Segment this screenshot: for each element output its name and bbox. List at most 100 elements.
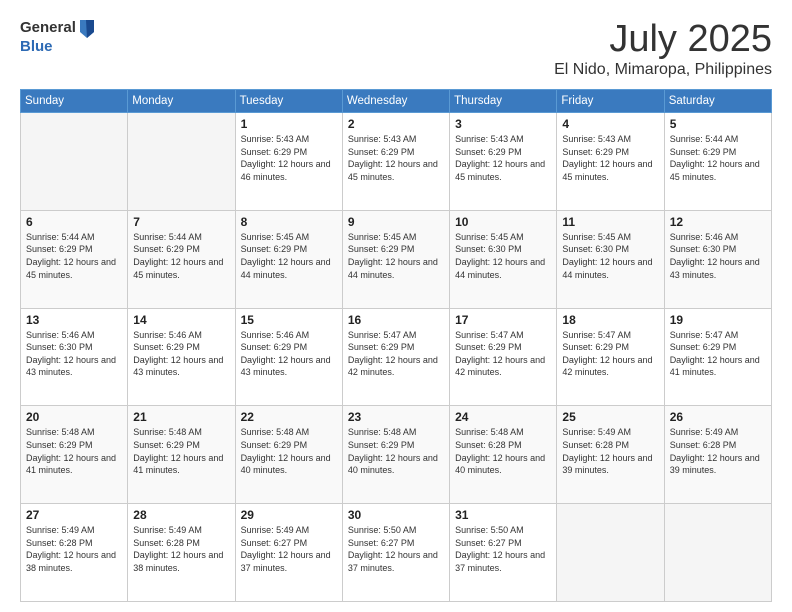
day-number: 30 [348,508,444,522]
day-info: Sunrise: 5:49 AM Sunset: 6:28 PM Dayligh… [562,426,658,476]
day-info: Sunrise: 5:43 AM Sunset: 6:29 PM Dayligh… [455,133,551,183]
calendar-day-cell: 10 Sunrise: 5:45 AM Sunset: 6:30 PM Dayli… [450,210,557,308]
calendar-day-cell: 1 Sunrise: 5:43 AM Sunset: 6:29 PM Daylig… [235,113,342,211]
day-info: Sunrise: 5:43 AM Sunset: 6:29 PM Dayligh… [562,133,658,183]
calendar-week-row: 20 Sunrise: 5:48 AM Sunset: 6:29 PM Dayli… [21,406,772,504]
calendar-week-row: 6 Sunrise: 5:44 AM Sunset: 6:29 PM Daylig… [21,210,772,308]
day-info: Sunrise: 5:46 AM Sunset: 6:30 PM Dayligh… [670,231,766,281]
title-section: July 2025 El Nido, Mimaropa, Philippines [554,18,772,79]
calendar-day-cell [664,504,771,602]
calendar-day-cell: 28 Sunrise: 5:49 AM Sunset: 6:28 PM Dayli… [128,504,235,602]
day-number: 12 [670,215,766,229]
day-info: Sunrise: 5:48 AM Sunset: 6:29 PM Dayligh… [26,426,122,476]
day-info: Sunrise: 5:50 AM Sunset: 6:27 PM Dayligh… [455,524,551,574]
day-number: 13 [26,313,122,327]
day-number: 14 [133,313,229,327]
calendar-day-header: Friday [557,90,664,113]
calendar-day-cell: 5 Sunrise: 5:44 AM Sunset: 6:29 PM Daylig… [664,113,771,211]
day-number: 24 [455,410,551,424]
day-info: Sunrise: 5:50 AM Sunset: 6:27 PM Dayligh… [348,524,444,574]
day-info: Sunrise: 5:47 AM Sunset: 6:29 PM Dayligh… [562,329,658,379]
day-number: 29 [241,508,337,522]
day-number: 18 [562,313,658,327]
calendar-day-cell [128,113,235,211]
day-number: 19 [670,313,766,327]
calendar-day-cell: 7 Sunrise: 5:44 AM Sunset: 6:29 PM Daylig… [128,210,235,308]
day-info: Sunrise: 5:47 AM Sunset: 6:29 PM Dayligh… [455,329,551,379]
day-info: Sunrise: 5:44 AM Sunset: 6:29 PM Dayligh… [26,231,122,281]
day-info: Sunrise: 5:46 AM Sunset: 6:30 PM Dayligh… [26,329,122,379]
day-info: Sunrise: 5:46 AM Sunset: 6:29 PM Dayligh… [133,329,229,379]
day-info: Sunrise: 5:44 AM Sunset: 6:29 PM Dayligh… [133,231,229,281]
day-info: Sunrise: 5:45 AM Sunset: 6:30 PM Dayligh… [455,231,551,281]
day-number: 21 [133,410,229,424]
logo-blue: Blue [20,38,53,55]
logo-icon [78,18,96,38]
main-title: July 2025 [554,18,772,61]
day-number: 16 [348,313,444,327]
calendar-day-cell: 27Sunrise: 5:49 AM Sunset: 6:28 PM Dayli… [21,504,128,602]
day-number: 8 [241,215,337,229]
calendar-day-cell: 6 Sunrise: 5:44 AM Sunset: 6:29 PM Daylig… [21,210,128,308]
calendar-day-header: Wednesday [342,90,449,113]
calendar-day-cell: 15 Sunrise: 5:46 AM Sunset: 6:29 PM Dayli… [235,308,342,406]
calendar-day-cell: 8 Sunrise: 5:45 AM Sunset: 6:29 PM Daylig… [235,210,342,308]
day-number: 3 [455,117,551,131]
day-info: Sunrise: 5:46 AM Sunset: 6:29 PM Dayligh… [241,329,337,379]
calendar-day-cell: 26 Sunrise: 5:49 AM Sunset: 6:28 PM Dayli… [664,406,771,504]
calendar-day-cell [21,113,128,211]
calendar-day-cell: 12 Sunrise: 5:46 AM Sunset: 6:30 PM Dayli… [664,210,771,308]
calendar-day-cell: 14 Sunrise: 5:46 AM Sunset: 6:29 PM Dayli… [128,308,235,406]
subtitle: El Nido, Mimaropa, Philippines [554,61,772,79]
day-number: 23 [348,410,444,424]
calendar-day-cell: 4Sunrise: 5:43 AM Sunset: 6:29 PM Daylig… [557,113,664,211]
calendar-table: SundayMondayTuesdayWednesdayThursdayFrid… [20,89,772,602]
calendar-day-cell: 19Sunrise: 5:47 AM Sunset: 6:29 PM Dayli… [664,308,771,406]
day-number: 22 [241,410,337,424]
calendar-day-cell: 23 Sunrise: 5:48 AM Sunset: 6:29 PM Dayli… [342,406,449,504]
day-number: 15 [241,313,337,327]
day-number: 26 [670,410,766,424]
day-number: 1 [241,117,337,131]
day-number: 25 [562,410,658,424]
day-number: 20 [26,410,122,424]
calendar-day-header: Tuesday [235,90,342,113]
day-number: 28 [133,508,229,522]
calendar-day-header: Sunday [21,90,128,113]
day-number: 5 [670,117,766,131]
day-info: Sunrise: 5:49 AM Sunset: 6:28 PM Dayligh… [133,524,229,574]
day-number: 7 [133,215,229,229]
calendar-day-cell: 25 Sunrise: 5:49 AM Sunset: 6:28 PM Dayli… [557,406,664,504]
day-number: 10 [455,215,551,229]
day-info: Sunrise: 5:47 AM Sunset: 6:29 PM Dayligh… [348,329,444,379]
calendar-day-header: Monday [128,90,235,113]
calendar-day-cell: 24 Sunrise: 5:48 AM Sunset: 6:28 PM Dayli… [450,406,557,504]
day-number: 17 [455,313,551,327]
day-info: Sunrise: 5:48 AM Sunset: 6:29 PM Dayligh… [348,426,444,476]
calendar-day-cell: 18 Sunrise: 5:47 AM Sunset: 6:29 PM Dayli… [557,308,664,406]
day-info: Sunrise: 5:49 AM Sunset: 6:28 PM Dayligh… [670,426,766,476]
day-info: Sunrise: 5:44 AM Sunset: 6:29 PM Dayligh… [670,133,766,183]
day-info: Sunrise: 5:48 AM Sunset: 6:29 PM Dayligh… [133,426,229,476]
day-info: Sunrise: 5:43 AM Sunset: 6:29 PM Dayligh… [348,133,444,183]
day-number: 2 [348,117,444,131]
day-info: Sunrise: 5:49 AM Sunset: 6:28 PM Dayligh… [26,524,122,574]
calendar-day-cell: 30 Sunrise: 5:50 AM Sunset: 6:27 PM Dayli… [342,504,449,602]
calendar-header-row: SundayMondayTuesdayWednesdayThursdayFrid… [21,90,772,113]
calendar-day-cell: 21 Sunrise: 5:48 AM Sunset: 6:29 PM Dayli… [128,406,235,504]
logo-general: General [20,19,76,36]
calendar-day-cell: 17 Sunrise: 5:47 AM Sunset: 6:29 PM Dayli… [450,308,557,406]
calendar-day-cell: 29Sunrise: 5:49 AM Sunset: 6:27 PM Dayli… [235,504,342,602]
calendar-week-row: 1 Sunrise: 5:43 AM Sunset: 6:29 PM Daylig… [21,113,772,211]
day-number: 9 [348,215,444,229]
calendar-day-cell: 2 Sunrise: 5:43 AM Sunset: 6:29 PM Daylig… [342,113,449,211]
day-number: 11 [562,215,658,229]
calendar-day-cell: 22Sunrise: 5:48 AM Sunset: 6:29 PM Dayli… [235,406,342,504]
day-number: 6 [26,215,122,229]
calendar-day-cell: 3 Sunrise: 5:43 AM Sunset: 6:29 PM Daylig… [450,113,557,211]
logo: General Blue [20,18,96,56]
day-info: Sunrise: 5:43 AM Sunset: 6:29 PM Dayligh… [241,133,337,183]
day-info: Sunrise: 5:45 AM Sunset: 6:29 PM Dayligh… [241,231,337,281]
day-info: Sunrise: 5:48 AM Sunset: 6:28 PM Dayligh… [455,426,551,476]
day-info: Sunrise: 5:45 AM Sunset: 6:30 PM Dayligh… [562,231,658,281]
